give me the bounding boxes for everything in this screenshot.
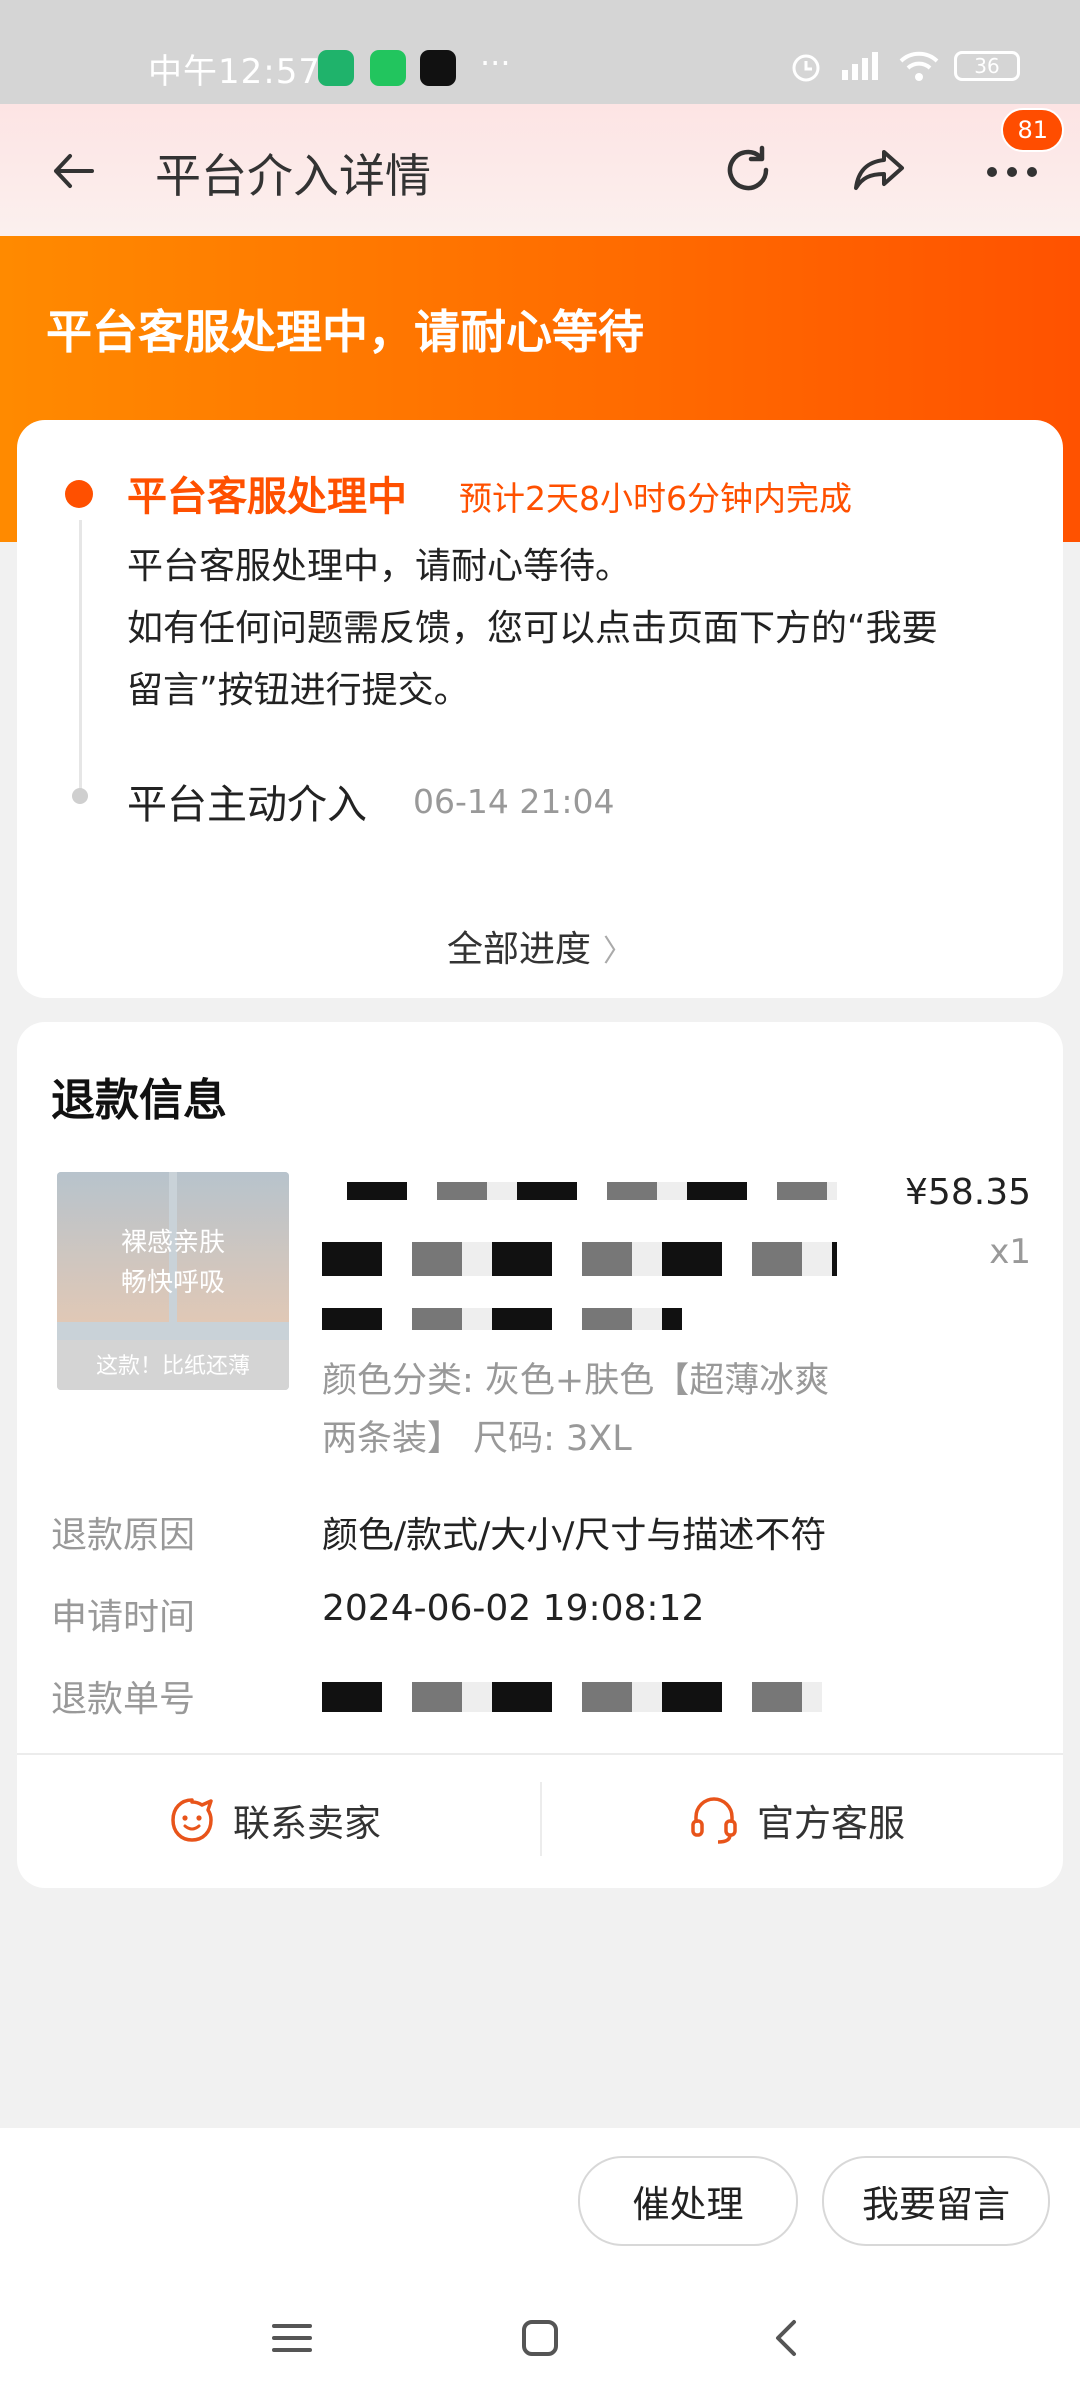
contact-seller-button[interactable]: 联系卖家: [167, 1772, 381, 1868]
timeline-step-label: 平台主动介入: [127, 782, 367, 828]
refresh-icon[interactable]: [718, 140, 778, 200]
tiktok-app-icon: [420, 50, 456, 86]
refund-info-card: 退款信息 裸感亲肤 畅快呼吸 这款！比纸还薄 ¥58.35 x1 颜色分类: 灰…: [17, 1022, 1063, 1888]
back-arrow-icon[interactable]: [48, 146, 98, 196]
notification-badge: 81: [1001, 108, 1064, 152]
phone-app-icon: [318, 50, 354, 86]
status-time: 中午12:57: [148, 52, 321, 92]
menu-icon[interactable]: [262, 2308, 322, 2368]
share-icon[interactable]: [850, 140, 910, 200]
product-spec: 颜色分类: 灰色+肤色【超薄冰爽两条装】 尺码: 3XL: [322, 1361, 830, 1459]
official-service-button[interactable]: 官方客服: [687, 1772, 905, 1868]
app-header: 平台介入详情 81: [0, 104, 1080, 236]
timeline-line: [79, 520, 82, 800]
apply-time-label: 申请时间: [51, 1597, 196, 1638]
divider: [17, 1753, 1063, 1755]
refund-reason-label: 退款原因: [51, 1515, 196, 1556]
current-status-title: 平台客服处理中: [127, 474, 407, 520]
bottom-action-bar: 催处理 我要留言: [0, 2128, 1080, 2278]
timeline-step-time: 06-14 21:04: [413, 782, 615, 821]
banner-title: 平台客服处理中，请耐心等待: [46, 305, 644, 359]
eta-text: 预计2天8小时6分钟内完成: [459, 479, 852, 518]
status-description: 平台客服处理中，请耐心等待。 如有任何问题需反馈，您可以点击页面下方的“我要 留…: [127, 546, 938, 711]
status-bar: 中午12:57 ··· 36: [0, 0, 1080, 104]
more-notifications-icon: ···: [480, 44, 511, 82]
apply-time-value: 2024-06-02 19:08:12: [322, 1588, 705, 1629]
progress-card: 平台客服处理中 预计2天8小时6分钟内完成 平台客服处理中，请耐心等待。 如有任…: [17, 420, 1063, 998]
page-title: 平台介入详情: [155, 149, 431, 203]
refund-reason-value: 颜色/款式/大小/尺寸与描述不符: [322, 1515, 827, 1556]
refund-order-label: 退款单号: [51, 1679, 196, 1720]
battery-icon: 36: [954, 51, 1020, 81]
divider: [540, 1782, 542, 1856]
back-nav-icon[interactable]: [758, 2308, 818, 2368]
product-quantity: x1: [989, 1232, 1031, 1272]
product-image[interactable]: 裸感亲肤 畅快呼吸 这款！比纸还薄: [57, 1172, 289, 1390]
timeline-dot: [72, 788, 88, 804]
redacted-product-title: [322, 1242, 837, 1276]
alarm-icon: [792, 54, 820, 82]
headset-icon: [691, 1797, 737, 1844]
chevron-right-icon: 〉: [603, 934, 633, 969]
signal-icon: [842, 52, 878, 80]
wifi-icon: [899, 51, 939, 81]
timeline-active-dot: [65, 480, 93, 508]
home-icon[interactable]: [510, 2308, 570, 2368]
product-price: ¥58.35: [905, 1172, 1031, 1213]
redacted-product-title: [347, 1182, 837, 1200]
redacted-product-title: [322, 1308, 682, 1330]
leave-message-button[interactable]: 我要留言: [822, 2156, 1050, 2246]
urge-processing-button[interactable]: 催处理: [578, 2156, 798, 2246]
wechat-app-icon: [370, 50, 406, 86]
system-nav-bar: [0, 2278, 1080, 2400]
section-title: 退款信息: [51, 1075, 227, 1126]
redacted-refund-order-number: [322, 1682, 822, 1712]
all-progress-link[interactable]: 全部进度〉: [17, 920, 1063, 972]
seller-face-icon: [171, 1798, 213, 1842]
